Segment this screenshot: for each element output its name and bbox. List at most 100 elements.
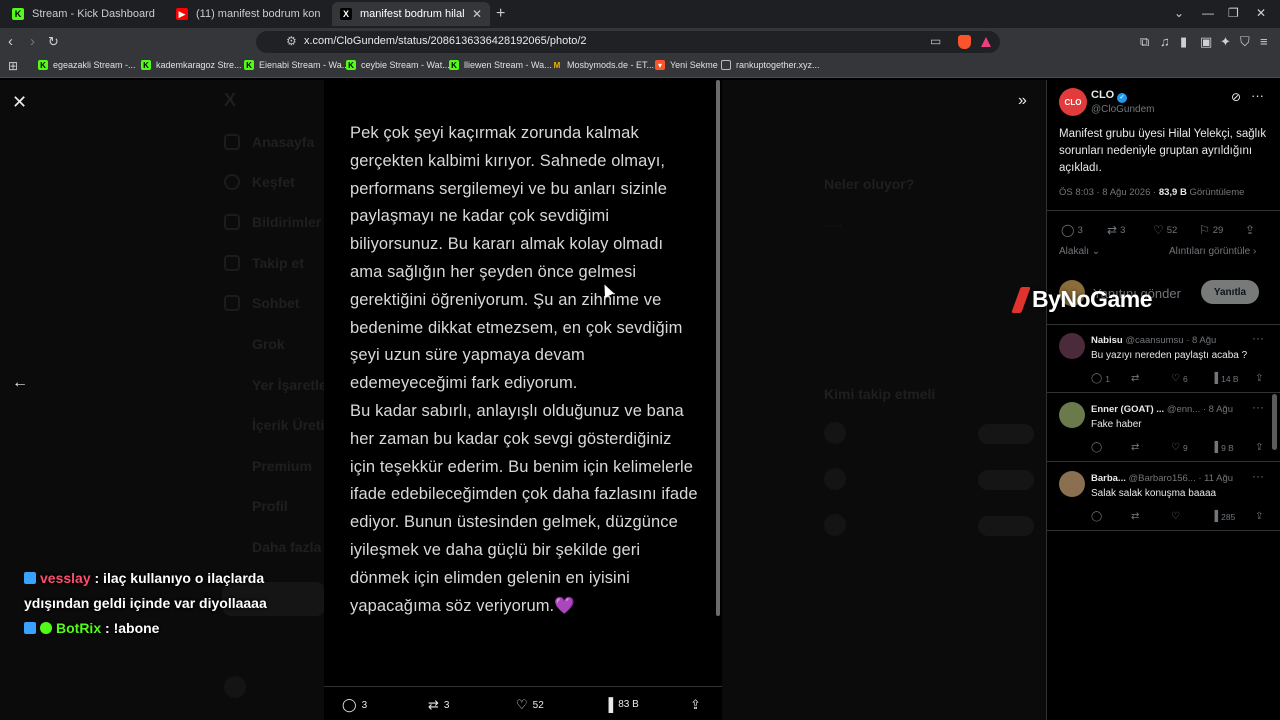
like-button[interactable]: ♡ 6 [1171,373,1188,384]
comment-item[interactable]: Nabisu @caansumsu · 8 Ağu ··· Bu yazıyı … [1047,325,1280,393]
image-text-paragraph: Bu kadar sabırlı, anlayışlı olduğunuz ve… [350,401,698,615]
more-icon[interactable]: ··· [1252,469,1264,483]
bookmark-item[interactable]: Kkademkaragoz Stre... [141,60,242,70]
kick-icon: K [12,8,24,20]
reply-stat[interactable]: ◯ 3 [1061,223,1083,237]
tab-youtube[interactable]: ▶ (11) manifest bodrum konser - YouTube [168,2,328,26]
brave-rewards-icon[interactable] [981,37,991,47]
comment-text: Fake haber [1091,419,1142,430]
apps-grid-icon[interactable]: ⊞ [8,60,20,72]
share-button[interactable]: ⇪ [690,697,706,713]
badge-icon [24,572,36,584]
reply-button[interactable]: ◯ 1 [1091,373,1110,384]
repost-stat[interactable]: ⇄ 3 [1107,223,1125,237]
bookmark-stat[interactable]: ⚐ 29 [1199,223,1223,237]
repost-button[interactable]: ⇄ [1131,442,1142,453]
commenter-name[interactable]: Nabisu [1091,335,1123,346]
sidebar-icon[interactable]: ▮ [1180,34,1187,50]
bookmark-item[interactable]: Kegeazakli Stream -... [38,60,136,70]
reply-button[interactable]: ◯ [1091,442,1105,453]
bookmark-item[interactable]: Klliewen Stream - Wa... [449,60,552,70]
commenter-name[interactable]: Enner (GOAT) ... [1091,404,1164,415]
views-button[interactable]: ▐ 9 B [1211,442,1234,453]
menu-icon[interactable]: ≡ [1260,34,1268,49]
brave-shields-icon[interactable] [958,35,971,49]
home-icon [224,134,240,150]
url-text[interactable]: x.com/CloGundem/status/20861363364281920… [304,35,587,47]
maximize-icon[interactable]: ❐ [1228,6,1239,20]
tab-title: manifest bodrum hilal - Arama / X [360,8,466,20]
chat-message: BotRix : !abone [24,616,324,641]
commenter-avatar[interactable] [1059,402,1085,428]
close-icon[interactable]: ✕ [472,7,482,21]
extensions-icon[interactable]: ⧉ [1140,34,1149,50]
bookmark-item[interactable]: ▾ Yeni Sekme [655,60,718,70]
bookmark-item[interactable]: rankuptogether.xyz... [721,60,820,70]
repost-button[interactable]: ⇄ [1131,373,1142,384]
bookmark-item[interactable]: M Mosbymods.de - ET... [552,60,654,70]
commenter-avatar[interactable] [1059,333,1085,359]
more-icon[interactable]: ··· [1252,400,1264,414]
address-bar[interactable]: ⚙ x.com/CloGundem/status/208613633642819… [256,31,1000,53]
collapse-sidebar-icon[interactable]: » [1018,92,1027,110]
bg-profile-avatar [224,676,246,698]
image-scrollbar[interactable] [716,80,720,616]
views-button[interactable]: ▐ 285 [1211,511,1235,522]
share-button[interactable]: ⇪ [1255,373,1266,384]
arrow-left-icon[interactable]: ← [12,374,28,392]
new-tab-icon[interactable]: + [496,5,505,23]
chat-message: vesslay : ilaç kullanıyo o ilaçlarda [24,566,324,591]
chart-icon: ▐ [1211,373,1219,384]
chevron-down-icon[interactable]: ⌄ [1174,6,1184,20]
bookmark-item[interactable]: K Eienabi Stream - Wa... [244,60,349,70]
like-button[interactable]: ♡ 52 [516,697,544,713]
share-icon: ⇪ [1255,511,1264,522]
reply-button[interactable]: ◯ 3 [342,697,367,713]
commenter-avatar[interactable] [1059,471,1085,497]
author-name[interactable]: CLO ✓ [1091,89,1128,103]
comment-item[interactable]: Enner (GOAT) ... @enn... · 8 Ağu ··· Fak… [1047,394,1280,462]
close-icon[interactable]: ✕ [12,92,27,113]
reply-submit-button[interactable]: Yanıtla [1201,280,1259,304]
window-close-icon[interactable]: ✕ [1256,6,1266,20]
views-button[interactable]: ▐ 83 B [604,697,639,712]
author-handle[interactable]: @CloGundem [1091,104,1155,115]
sort-relevant-dropdown[interactable]: Alakalı ⌄ [1059,246,1100,257]
media-icon[interactable]: ♫ [1160,34,1170,49]
bg-follow-button [978,516,1034,536]
reload-icon[interactable]: ↻ [48,33,59,51]
comment-item[interactable]: Barba... @Barbaro156... · 11 Ağu ··· Sal… [1047,463,1280,531]
commenter-name[interactable]: Barba... [1091,473,1126,484]
heart-icon: ♡ [516,697,528,712]
minimize-icon[interactable]: — [1202,6,1214,20]
like-button[interactable]: ♡ [1171,511,1183,522]
vpn-icon[interactable]: ⛉ [1240,34,1250,50]
more-icon[interactable]: ··· [1251,88,1264,103]
back-icon[interactable]: ‹ [8,33,13,51]
repost-icon: ⇄ [1131,511,1140,522]
forward-icon[interactable]: › [30,33,35,51]
sidebar-scrollbar[interactable] [1272,394,1277,450]
tab-x-search[interactable]: X manifest bodrum hilal - Arama / X ✕ [332,2,490,26]
more-icon[interactable]: ··· [1252,331,1264,345]
comment-text: Bu yazıyı nereden paylaştı acaba ? [1091,350,1248,361]
share-icon: ⇪ [1255,373,1264,384]
share-stat[interactable]: ⇪ [1245,223,1258,237]
tab-kick-dashboard[interactable]: K Stream - Kick Dashboard [4,2,164,26]
like-button[interactable]: ♡ 9 [1171,442,1188,453]
grok-icon[interactable]: ⊘ [1231,90,1241,104]
share-button[interactable]: ⇪ [1255,442,1266,453]
reply-button[interactable]: ◯ [1091,511,1105,522]
view-quotes-link[interactable]: Alıntıları görüntüle › [1169,246,1256,257]
share-button[interactable]: ⇪ [1255,511,1266,522]
views-button[interactable]: ▐ 14 B [1211,373,1239,384]
bookmark-item[interactable]: Kceybie Stream - Wat... [346,60,450,70]
like-stat[interactable]: ♡ 52 [1153,223,1177,237]
wallet-icon[interactable]: ▣ [1200,34,1212,50]
site-settings-icon[interactable]: ⚙ [286,34,297,48]
repost-button[interactable]: ⇄ 3 [428,697,449,713]
repost-button[interactable]: ⇄ [1131,511,1142,522]
cast-icon[interactable]: ▭ [930,34,941,48]
leo-ai-icon[interactable]: ✦ [1220,34,1231,50]
author-avatar[interactable]: CLO [1059,88,1087,116]
